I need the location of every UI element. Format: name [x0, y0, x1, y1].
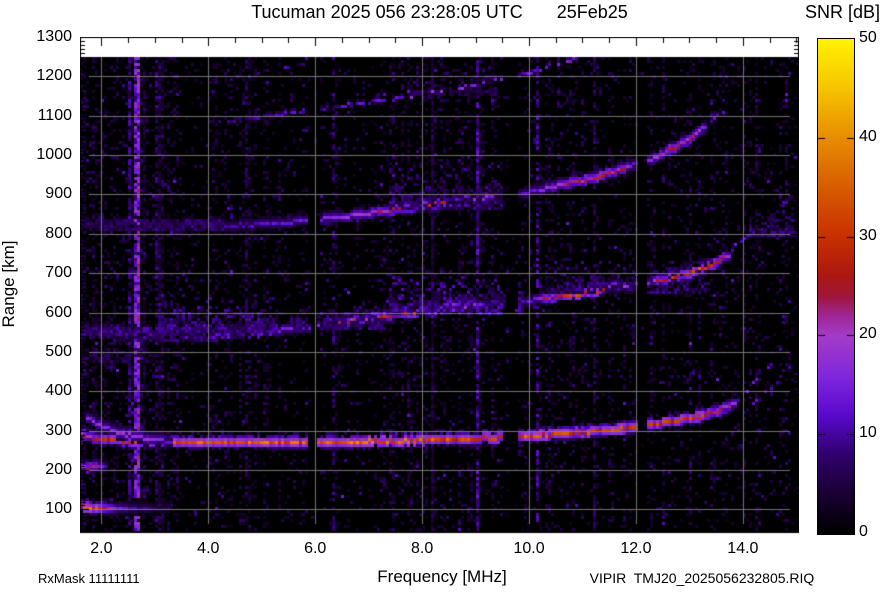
colorbar-title: SNR [dB] — [804, 2, 880, 22]
snr-colorbar — [817, 38, 855, 535]
y-tick-label: 1200 — [36, 67, 72, 85]
y-tick-label: 400 — [45, 382, 72, 400]
x-tick-label: 8.0 — [411, 540, 434, 557]
x-tick-label: 4.0 — [197, 540, 220, 557]
y-tick-label: 800 — [45, 224, 72, 242]
colorbar-tick-label: 20 — [859, 325, 877, 343]
y-tick-label: 1000 — [36, 146, 72, 164]
y-axis-label: Range [km] — [0, 240, 18, 328]
y-tick-label: 1100 — [37, 106, 72, 124]
colorbar-tick-label: 30 — [859, 226, 877, 244]
y-tick-label: 200 — [45, 461, 72, 479]
title-station-time: Tucuman 2025 056 23:28:05 UTC — [251, 2, 523, 22]
x-tick-label: 14.0 — [727, 540, 759, 557]
y-tick-label: 900 — [45, 185, 72, 203]
x-tick-label: 10.0 — [513, 540, 545, 557]
y-tick-label: 300 — [45, 421, 72, 439]
ionogram-heatmap — [80, 37, 799, 534]
x-tick-label: 6.0 — [304, 540, 327, 557]
y-tick-label: 100 — [45, 500, 72, 518]
source-file-note: VIPIR TMJ20_2025056232805.RIQ — [589, 570, 815, 586]
plot-title: Tucuman 2025 056 23:28:05 UTC 25Feb25 — [80, 2, 799, 23]
y-tick-label: 600 — [45, 303, 72, 321]
colorbar-tick-label: 10 — [859, 424, 877, 442]
colorbar-tick-label: 0 — [859, 523, 868, 540]
colorbar-tick-label: 50 — [859, 29, 877, 46]
ionogram-figure: Tucuman 2025 056 23:28:05 UTC 25Feb25 SNR… — [0, 0, 884, 595]
x-tick-label: 12.0 — [620, 540, 652, 557]
title-date: 25Feb25 — [556, 2, 628, 22]
rxmask-note: RxMask 11111111 — [38, 571, 140, 586]
y-tick-label: 700 — [45, 264, 72, 282]
y-tick-label: 500 — [45, 342, 72, 360]
colorbar-tick-label: 40 — [859, 127, 877, 145]
x-axis-label: Frequency [MHz] — [377, 567, 507, 586]
x-tick-label: 2.0 — [90, 540, 113, 557]
y-tick-label: 1300 — [36, 28, 72, 45]
